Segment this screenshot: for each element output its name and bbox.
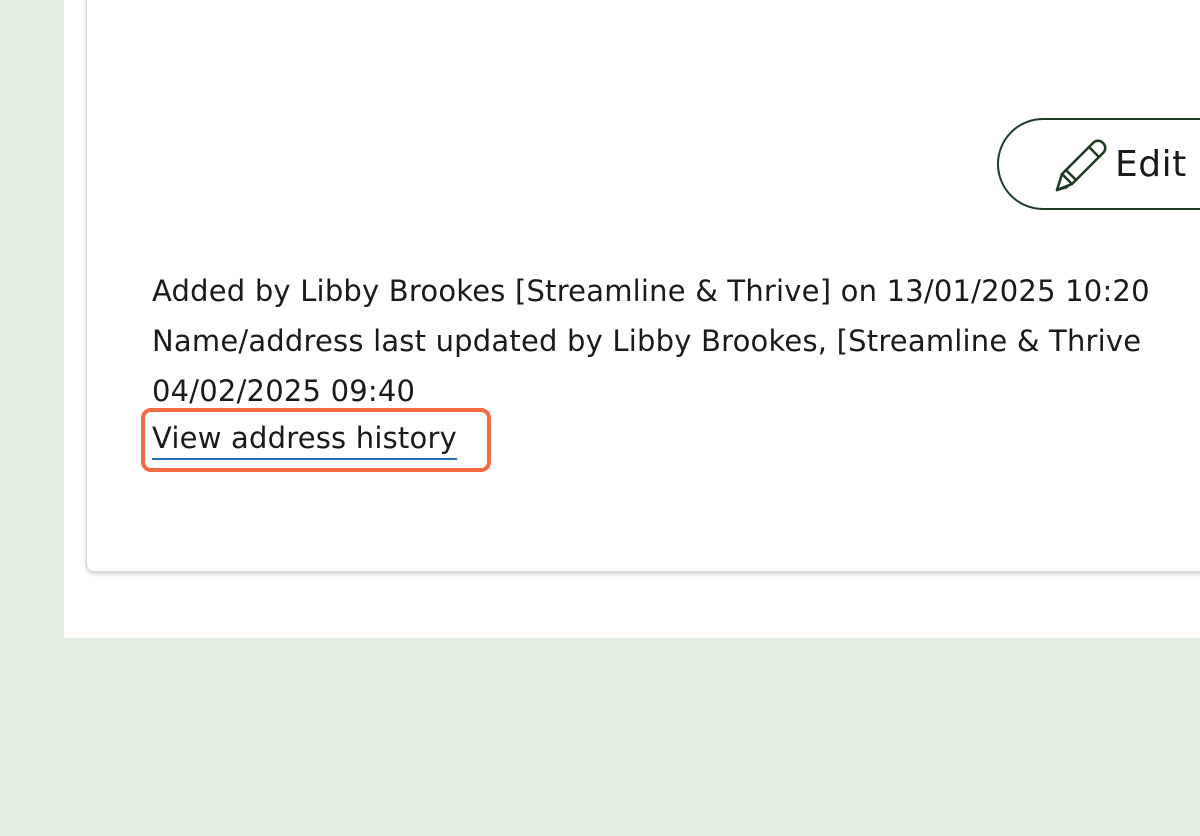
pencil-icon (1049, 134, 1109, 194)
edit-button-label: Edit (1115, 143, 1187, 185)
edit-button[interactable]: Edit (997, 118, 1200, 210)
view-address-history-link[interactable]: View address history (152, 418, 457, 460)
last-updated-text: Name/address last updated by Libby Brook… (152, 324, 1142, 358)
audit-info: Added by Libby Brookes [Streamline & Thr… (152, 266, 1150, 416)
last-updated-date: 04/02/2025 09:40 (152, 374, 416, 408)
added-by-text: Added by Libby Brookes [Streamline & Thr… (152, 274, 1150, 308)
